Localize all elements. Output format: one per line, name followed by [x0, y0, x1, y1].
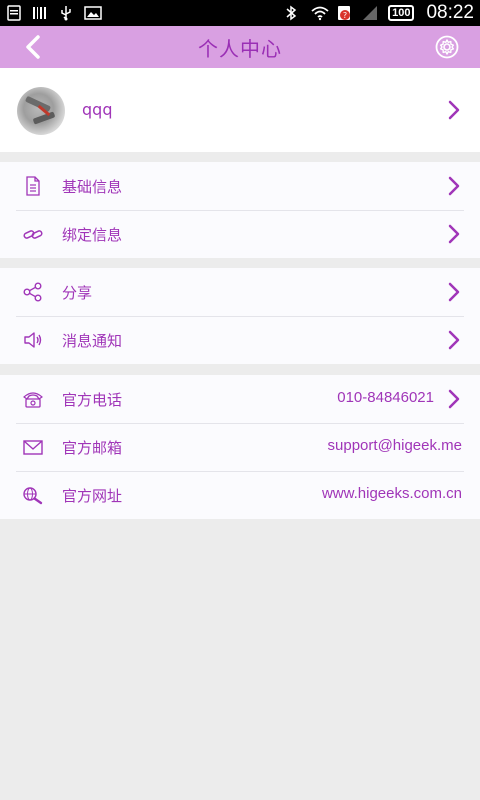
image-icon [84, 5, 102, 21]
list-item-share[interactable]: 分享 [0, 268, 480, 316]
list-item-binding-info[interactable]: 绑定信息 [0, 210, 480, 258]
chevron-right-icon [448, 282, 460, 302]
chevron-right-icon [448, 389, 460, 409]
row-label: 绑定信息 [62, 226, 123, 244]
contact-group: 官方电话 010-84846021 官方邮箱 support@higeek.me… [0, 375, 480, 519]
list-item-official-email[interactable]: 官方邮箱 support@higeek.me [0, 423, 480, 471]
account-group: 基础信息 绑定信息 [0, 162, 480, 258]
row-label: 官方网址 [62, 487, 123, 505]
status-time: 08:22 [426, 2, 474, 23]
row-label: 官方电话 [62, 391, 123, 409]
list-item-notifications[interactable]: 消息通知 [0, 316, 480, 364]
email-address: support@higeek.me [327, 437, 462, 454]
header-bar: 个人中心 [0, 26, 480, 68]
share-icon [23, 282, 42, 302]
social-group: 分享 消息通知 [0, 268, 480, 364]
chevron-right-icon [448, 176, 460, 196]
row-label: 官方邮箱 [62, 439, 123, 457]
page-title: 个人中心 [198, 36, 282, 61]
avatar [17, 87, 65, 135]
list-item-official-website[interactable]: 官方网址 www.higeeks.com.cn [0, 471, 480, 519]
document-icon [26, 176, 40, 196]
profile-row[interactable]: qqq [0, 68, 480, 152]
gear-icon [435, 35, 459, 59]
website-url: www.higeeks.com.cn [321, 485, 462, 502]
bluetooth-icon [284, 5, 302, 21]
svg-text:?: ? [343, 11, 347, 20]
username: qqq [82, 100, 113, 119]
usb-icon [58, 5, 76, 21]
sim-alert-icon: ? [336, 5, 354, 21]
status-bar: ? 100 08:22 [0, 0, 480, 26]
settings-button[interactable] [434, 34, 460, 60]
status-left [6, 5, 102, 21]
web-search-icon [23, 487, 43, 505]
back-button[interactable] [20, 34, 46, 60]
phone-number: 010-84846021 [337, 389, 434, 406]
mail-icon [23, 440, 43, 455]
status-right: ? 100 08:22 [284, 2, 474, 24]
row-label: 分享 [62, 284, 93, 302]
list-item-official-phone[interactable]: 官方电话 010-84846021 [0, 375, 480, 423]
chevron-right-icon [448, 224, 460, 244]
notification-doc-icon [6, 5, 24, 21]
row-label: 消息通知 [62, 332, 123, 350]
list-item-basic-info[interactable]: 基础信息 [0, 162, 480, 210]
signal-icon [362, 5, 380, 21]
row-label: 基础信息 [62, 178, 123, 196]
wifi-icon [310, 5, 329, 21]
speaker-icon [24, 332, 42, 348]
barcode-icon [32, 5, 50, 21]
battery-indicator: 100 [388, 5, 415, 21]
chevron-right-icon [448, 330, 460, 350]
phone-icon [23, 392, 43, 408]
chevron-right-icon [448, 100, 460, 120]
link-icon [23, 230, 43, 239]
chevron-left-icon [26, 35, 40, 59]
